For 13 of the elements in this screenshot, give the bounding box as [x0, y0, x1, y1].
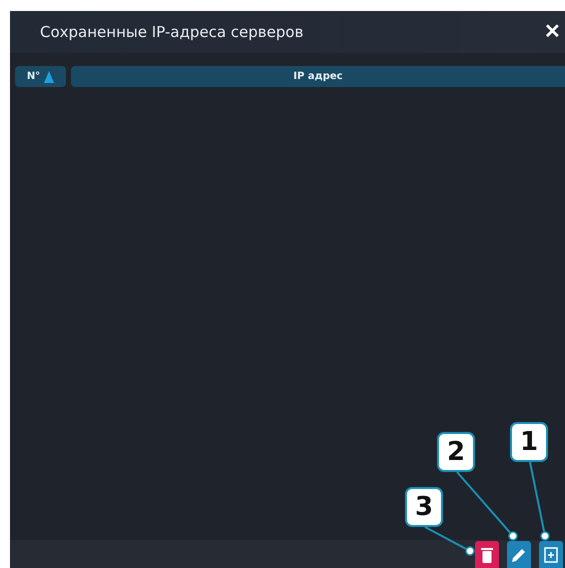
delete-button[interactable] — [475, 541, 499, 568]
trash-icon — [481, 546, 493, 562]
column-header[interactable]: N° — [15, 66, 66, 87]
callout-number: 2 — [437, 432, 475, 472]
plus-icon — [544, 546, 558, 562]
close-button[interactable]: ✕ — [544, 22, 565, 42]
window-title: Сохраненные IP-адреса серверов — [40, 23, 304, 41]
column-header[interactable]: IP адрес — [71, 66, 565, 87]
add-button[interactable] — [539, 541, 563, 568]
pencil-icon — [511, 546, 527, 562]
callout-number: 1 — [510, 422, 548, 462]
callout-number: 3 — [405, 487, 443, 527]
edit-button[interactable] — [507, 541, 531, 568]
